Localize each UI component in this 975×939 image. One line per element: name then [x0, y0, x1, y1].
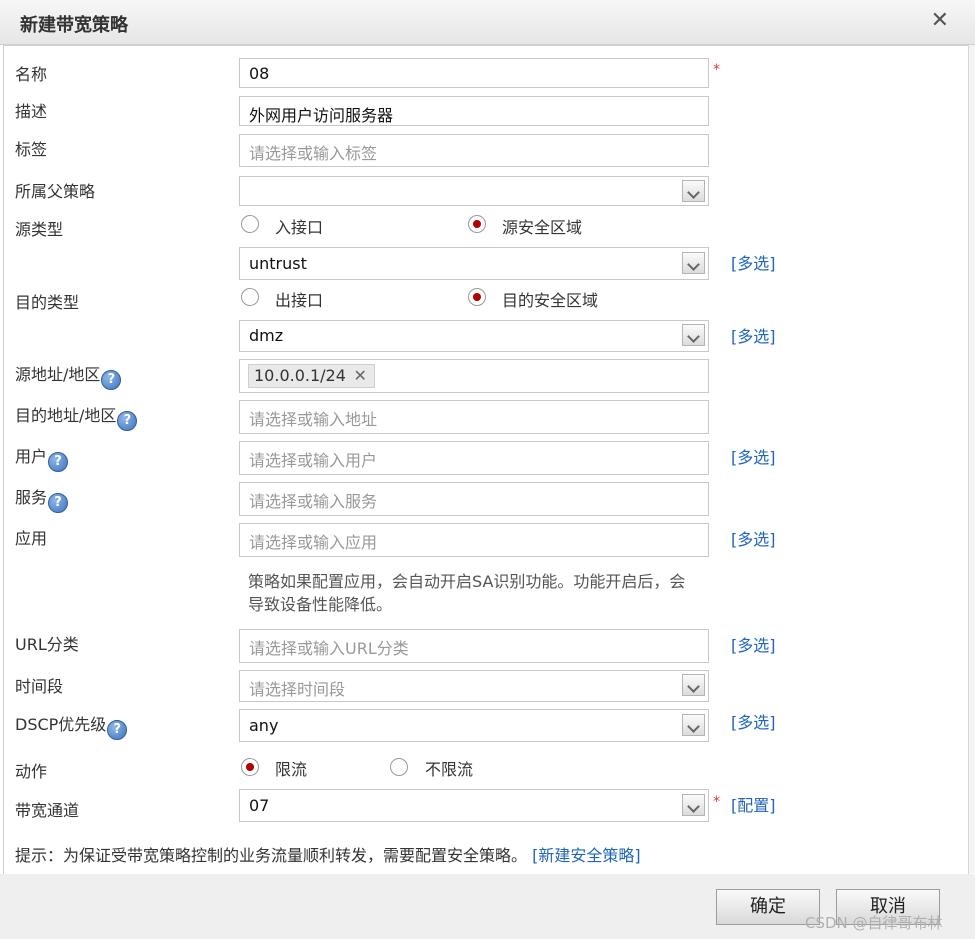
url-category-label: URL分类: [15, 635, 79, 654]
user-placeholder: 请选择或输入用户: [249, 451, 378, 470]
remove-tag-icon[interactable]: ✕: [354, 365, 367, 387]
radio-rate-limit-label: 限流: [275, 760, 308, 779]
radio-source-zone-label: 源安全区域: [502, 218, 583, 237]
time-range-label: 时间段: [15, 677, 64, 696]
name-value: 08: [249, 64, 270, 83]
name-required-mark: *: [713, 62, 720, 78]
dest-address-input[interactable]: 请选择或输入地址: [239, 400, 709, 434]
dscp-multi-link[interactable]: [多选]: [731, 709, 776, 733]
radio-inbound-interface-label: 入接口: [275, 218, 324, 237]
dest-address-placeholder: 请选择或输入地址: [249, 410, 378, 429]
dest-zone-multi-link[interactable]: [多选]: [731, 323, 776, 347]
new-bandwidth-policy-dialog: 新建带宽策略 ✕ 名称 08 * 描述 外网用户访问服务器 标签 请选择或输入标…: [0, 0, 975, 939]
parent-policy-label: 所属父策略: [15, 182, 96, 201]
radio-no-limit[interactable]: [390, 758, 408, 776]
dest-zone-value: dmz: [249, 326, 284, 345]
service-label: 服务?: [15, 484, 69, 513]
tag-input[interactable]: 请选择或输入标签: [239, 134, 709, 167]
name-input[interactable]: 08: [239, 58, 709, 88]
watermark: CSDN @自律哥布林: [805, 914, 943, 932]
chevron-down-icon[interactable]: [682, 252, 705, 274]
service-placeholder: 请选择或输入服务: [249, 492, 378, 511]
user-label: 用户?: [15, 443, 69, 472]
application-placeholder: 请选择或输入应用: [249, 533, 378, 552]
dest-address-label-text: 目的地址/地区: [15, 406, 117, 425]
application-input[interactable]: 请选择或输入应用: [239, 523, 709, 557]
action-label: 动作: [15, 762, 48, 781]
description-label: 描述: [15, 102, 48, 121]
tag-placeholder: 请选择或输入标签: [249, 144, 378, 163]
name-label: 名称: [15, 65, 48, 84]
url-category-multi-link[interactable]: [多选]: [731, 632, 776, 656]
tag-label: 标签: [15, 140, 48, 159]
radio-dest-zone-label: 目的安全区域: [502, 291, 599, 310]
bandwidth-channel-required-mark: *: [713, 794, 720, 810]
source-address-label: 源地址/地区?: [15, 361, 122, 390]
bandwidth-channel-value: 07: [249, 796, 270, 815]
chevron-down-icon[interactable]: [682, 794, 705, 816]
radio-outbound-interface[interactable]: [241, 288, 259, 306]
service-label-text: 服务: [15, 488, 48, 507]
bandwidth-channel-label: 带宽通道: [15, 801, 80, 820]
source-zone-select[interactable]: untrust: [239, 247, 709, 280]
help-icon[interactable]: ?: [107, 720, 128, 740]
radio-no-limit-label: 不限流: [425, 760, 474, 779]
hint-text: 提示：为保证受带宽策略控制的业务流量顺利转发，需要配置安全策略。 [新建安全策略…: [15, 842, 641, 866]
bandwidth-channel-config-link[interactable]: [配置]: [731, 792, 776, 816]
help-icon[interactable]: ?: [48, 493, 69, 513]
source-address-label-text: 源地址/地区: [15, 365, 101, 384]
time-range-placeholder: 请选择时间段: [249, 680, 346, 699]
dialog-titlebar: 新建带宽策略 ✕: [0, 0, 975, 45]
url-category-input[interactable]: 请选择或输入URL分类: [239, 629, 709, 663]
radio-source-zone[interactable]: [468, 215, 486, 233]
radio-dest-zone[interactable]: [468, 288, 486, 306]
address-tag-text: 10.0.0.1/24: [254, 366, 346, 385]
radio-inbound-interface[interactable]: [241, 215, 259, 233]
chevron-down-icon[interactable]: [682, 714, 705, 736]
chevron-down-icon[interactable]: [682, 674, 705, 696]
radio-outbound-interface-label: 出接口: [275, 291, 324, 310]
dscp-select[interactable]: any: [239, 709, 709, 742]
application-label: 应用: [15, 529, 48, 548]
url-category-placeholder: 请选择或输入URL分类: [249, 639, 409, 658]
dscp-label: DSCP优先级?: [15, 711, 128, 740]
dialog-title: 新建带宽策略: [20, 15, 128, 36]
source-type-label: 源类型: [15, 220, 64, 239]
application-note: 策略如果配置应用，会自动开启SA识别功能。功能开启后，会导致设备性能降低。: [248, 572, 686, 614]
dest-address-label: 目的地址/地区?: [15, 402, 138, 431]
user-input[interactable]: 请选择或输入用户: [239, 441, 709, 475]
source-zone-multi-link[interactable]: [多选]: [731, 250, 776, 274]
application-multi-link[interactable]: [多选]: [731, 526, 776, 550]
new-security-policy-link[interactable]: [新建安全策略]: [532, 846, 641, 865]
source-address-input[interactable]: 10.0.0.1/24 ✕: [239, 359, 709, 393]
dest-zone-select[interactable]: dmz: [239, 320, 709, 352]
parent-policy-select[interactable]: [239, 176, 709, 206]
close-icon[interactable]: ✕: [931, 8, 949, 33]
description-value: 外网用户访问服务器: [249, 106, 394, 125]
description-input[interactable]: 外网用户访问服务器: [239, 96, 709, 126]
help-icon[interactable]: ?: [101, 370, 122, 390]
service-input[interactable]: 请选择或输入服务: [239, 482, 709, 516]
time-range-select[interactable]: 请选择时间段: [239, 670, 709, 702]
hint-message: 提示：为保证受带宽策略控制的业务流量顺利转发，需要配置安全策略。: [15, 846, 528, 865]
source-zone-value: untrust: [249, 254, 307, 273]
bandwidth-channel-select[interactable]: 07: [239, 789, 709, 822]
scroll-edge: [968, 45, 975, 873]
chevron-down-icon[interactable]: [682, 180, 705, 202]
dest-type-label: 目的类型: [15, 293, 80, 312]
help-icon[interactable]: ?: [48, 452, 69, 472]
dscp-value: any: [249, 716, 279, 735]
dscp-label-text: DSCP优先级: [15, 715, 107, 734]
radio-rate-limit[interactable]: [241, 758, 259, 776]
user-label-text: 用户: [15, 447, 48, 466]
address-tag: 10.0.0.1/24 ✕: [248, 364, 375, 388]
user-multi-link[interactable]: [多选]: [731, 444, 776, 468]
help-icon[interactable]: ?: [117, 411, 138, 431]
chevron-down-icon[interactable]: [682, 324, 705, 346]
